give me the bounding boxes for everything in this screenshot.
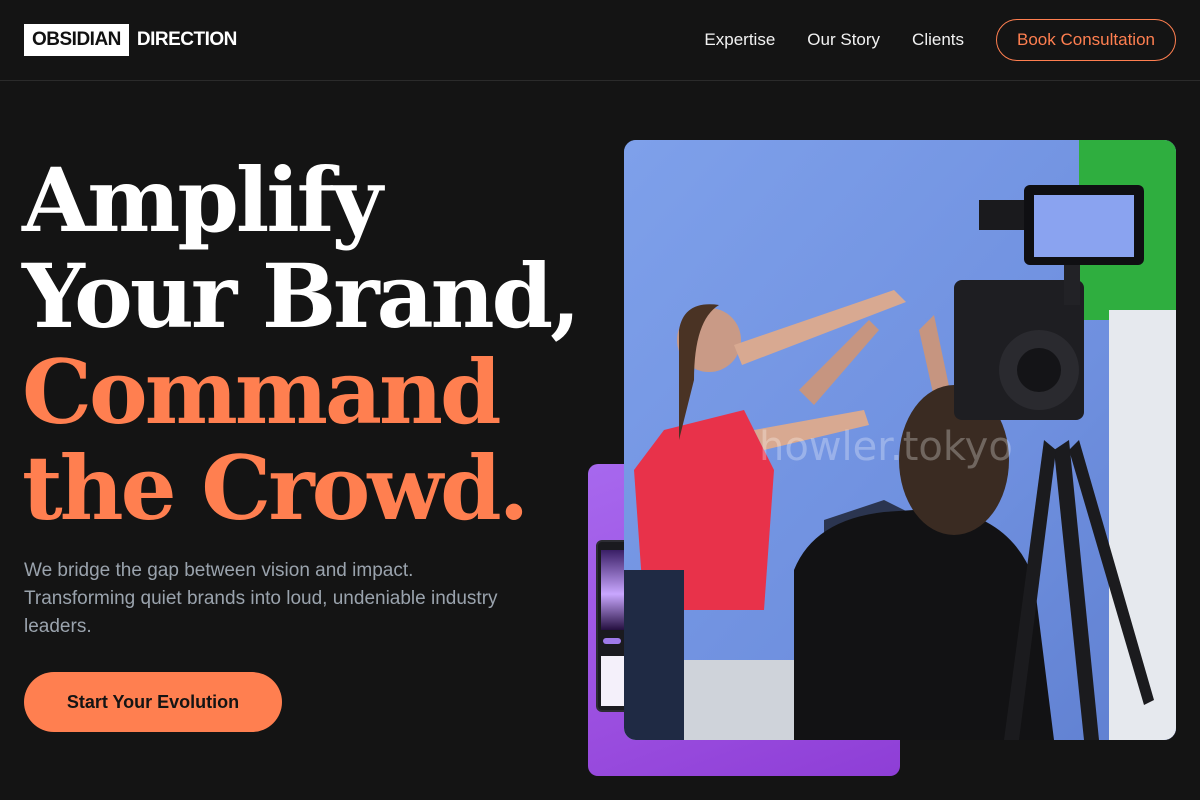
hero-headline-line-2: Your Brand, — [22, 244, 581, 348]
book-consultation-button[interactable]: Book Consultation — [996, 19, 1176, 61]
hero-subtitle: We bridge the gap between vision and imp… — [24, 560, 498, 637]
hero-headline-line-1: Amplify — [22, 148, 383, 252]
hero-headline-line-3: Command — [22, 340, 501, 444]
hero-headline: Amplify Your Brand, Command the Crowd. — [22, 148, 581, 540]
brand-logo[interactable]: OBSIDIAN DIRECTION — [24, 24, 237, 56]
nav-link-clients[interactable]: Clients — [912, 30, 964, 50]
nav-link-expertise[interactable]: Expertise — [704, 30, 775, 50]
film-set-illustration: howler.tokyo — [624, 140, 1176, 740]
hero-headline-line-4: the Crowd. — [22, 436, 529, 540]
photo-watermark-text: howler.tokyo — [759, 424, 1013, 470]
logo-wordmark: DIRECTION — [136, 29, 238, 50]
site-header: OBSIDIAN DIRECTION Expertise Our Story C… — [0, 0, 1200, 81]
nav-link-our-story[interactable]: Our Story — [807, 30, 880, 50]
start-evolution-button[interactable]: Start Your Evolution — [24, 672, 282, 732]
logo-wordmark-boxed: OBSIDIAN — [24, 24, 129, 56]
film-set-photo: howler.tokyo — [624, 140, 1176, 740]
main-nav: Expertise Our Story Clients — [704, 30, 964, 50]
